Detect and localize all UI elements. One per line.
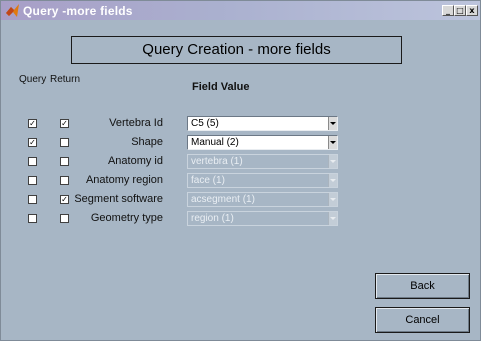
minimize-button[interactable]: _ — [442, 5, 454, 16]
field-label: Shape — [131, 136, 163, 148]
title-bar[interactable]: Query -more fields _ □ x — [1, 1, 480, 20]
field-value-dropdown[interactable]: region (1) — [187, 211, 338, 226]
page-title: Query Creation - more fields — [71, 36, 402, 64]
field-value-header: Field Value — [192, 81, 250, 93]
chevron-down-icon[interactable] — [328, 117, 337, 130]
field-value-dropdown[interactable]: acsegment (1) — [187, 192, 338, 207]
chevron-down-icon[interactable] — [328, 155, 337, 168]
field-label: Anatomy region — [85, 174, 163, 186]
chevron-down-icon[interactable] — [328, 193, 337, 206]
field-value-dropdown[interactable]: face (1) — [187, 173, 338, 188]
dropdown-value: region (1) — [191, 213, 234, 224]
return-column-header: Return — [50, 74, 81, 85]
maximize-button[interactable]: □ — [454, 5, 466, 16]
chevron-down-icon[interactable] — [328, 212, 337, 225]
dropdown-value: vertebra (1) — [191, 156, 243, 167]
chevron-down-icon[interactable] — [328, 136, 337, 149]
query-column-header: Query — [19, 74, 47, 85]
dropdown-value: acsegment (1) — [191, 194, 255, 205]
matlab-logo-icon — [6, 4, 19, 17]
chevron-down-icon[interactable] — [328, 174, 337, 187]
dropdown-value: C5 (5) — [191, 118, 219, 129]
query-more-fields-window: Query -more fields _ □ x Query Creation … — [0, 0, 481, 341]
field-label: Vertebra Id — [109, 117, 163, 129]
field-label: Segment software — [74, 193, 163, 205]
field-value-dropdown[interactable]: Manual (2) — [187, 135, 338, 150]
window-title: Query -more fields — [23, 4, 133, 18]
back-button[interactable]: Back — [375, 273, 470, 299]
close-button[interactable]: x — [466, 5, 478, 16]
field-label: Anatomy id — [107, 155, 163, 167]
dropdown-value: face (1) — [191, 175, 225, 186]
cancel-button[interactable]: Cancel — [375, 307, 470, 333]
field-value-dropdown[interactable]: C5 (5) — [187, 116, 338, 131]
dropdown-value: Manual (2) — [191, 137, 239, 148]
field-label: Geometry type — [90, 212, 163, 224]
field-value-dropdown[interactable]: vertebra (1) — [187, 154, 338, 169]
